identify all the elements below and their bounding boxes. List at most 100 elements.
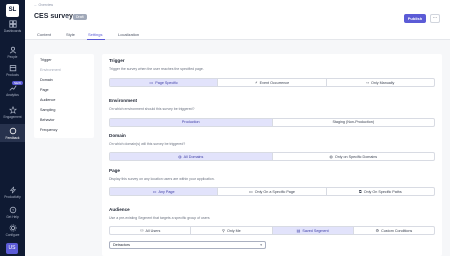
trigger-option-only-manually[interactable]: ‹› Only Manually: [327, 79, 434, 86]
audience-description: Use a pre-existing Segment that targets …: [109, 216, 210, 220]
gear-icon: [9, 224, 16, 232]
globe-icon: ◍: [178, 154, 182, 159]
tab-localization[interactable]: Localization: [118, 32, 139, 37]
section-nav-trigger[interactable]: Trigger: [40, 58, 52, 62]
star-icon: [8, 106, 17, 114]
bolt-icon: [9, 186, 16, 194]
sidebar-item-label: People: [7, 55, 18, 59]
sidebar-item-get-help[interactable]: ? Get Help: [0, 206, 25, 219]
tab-style[interactable]: Style: [66, 32, 75, 37]
tab-settings[interactable]: Settings: [88, 32, 102, 37]
chart-icon: [9, 85, 17, 91]
sidebar-item-label: Get Help: [6, 215, 19, 219]
section-nav-page[interactable]: Page: [40, 88, 49, 92]
option-label: Custom Conditions: [381, 229, 413, 233]
audience-option-saved-segment[interactable]: ▤ Saved Segment: [272, 227, 354, 234]
segment-select[interactable]: Detractors ▾: [109, 241, 266, 249]
environment-options: Production Staging (Non-Production): [109, 118, 435, 127]
sidebar-item-productivity[interactable]: Productivity: [0, 186, 25, 199]
option-label: Saved Segment: [302, 229, 329, 233]
user-icon: ⚲: [222, 228, 225, 233]
section-nav-environment[interactable]: Environment: [40, 68, 61, 72]
option-label: All Domains: [183, 155, 204, 159]
svg-text:?: ?: [11, 207, 14, 212]
paths-icon: ⧉: [358, 189, 362, 194]
settings-section-nav: Trigger Environment Domain Page Audience…: [34, 54, 94, 138]
people-icon: [9, 46, 16, 54]
back-link[interactable]: ← Overview: [34, 3, 53, 7]
audience-option-only-me[interactable]: ⚲ Only Me: [191, 227, 273, 234]
page-option-specific-paths[interactable]: ⧉ Only On Specific Paths: [327, 188, 434, 195]
option-label: All Users: [145, 229, 161, 233]
option-label: Any Page: [158, 190, 175, 194]
section-nav-domain[interactable]: Domain: [40, 78, 53, 82]
domain-option-all[interactable]: ◍ All Domains: [110, 153, 273, 160]
audience-options: ⚇ All Users ⚲ Only Me ▤ Saved Segment ⚙ Cust…: [109, 226, 435, 235]
segment-select-value: Detractors: [113, 243, 131, 247]
sidebar-item-label: Feedback: [5, 136, 20, 140]
option-label: Staging (Non-Production): [332, 120, 375, 124]
page-options: ▭ Any Page ▭ Only On a Specific Page ⧉ Only…: [109, 187, 435, 196]
domain-heading: Domain: [109, 133, 126, 138]
status-badge: Draft: [73, 14, 87, 20]
people-icon: ⚇: [139, 228, 144, 233]
trigger-option-event-occurrence[interactable]: ⚡ Event Occurrence: [218, 79, 327, 86]
sidebar-item-products[interactable]: Products: [0, 64, 25, 77]
globe-icon: ◍: [329, 154, 333, 159]
sidebar-item-feedback[interactable]: Feedback: [0, 124, 25, 142]
help-icon: ?: [9, 206, 16, 214]
audience-option-all-users[interactable]: ⚇ All Users: [110, 227, 192, 234]
sidebar-item-label: Dashboards: [3, 29, 22, 33]
domain-options: ◍ All Domains ◍ Only on Specific Domains: [109, 152, 435, 161]
sidebar-item-dashboards[interactable]: Dashboards: [0, 20, 25, 33]
option-label: Only On Specific Paths: [363, 190, 402, 194]
option-label: Page Specific: [155, 81, 178, 85]
section-nav-behavior[interactable]: Behavior: [40, 118, 55, 122]
new-badge: NEW: [12, 81, 23, 85]
chat-icon: [9, 127, 16, 135]
trigger-description: Trigger the survey when the user reaches…: [109, 67, 204, 71]
option-label: Only on Specific Domains: [334, 155, 378, 159]
trigger-option-page-specific[interactable]: ▭ Page Specific: [110, 79, 219, 86]
box-icon: [9, 65, 16, 72]
audience-option-custom-conditions[interactable]: ⚙ Custom Conditions: [354, 227, 434, 234]
more-options-button[interactable]: ···: [430, 14, 440, 23]
page-heading: Page: [109, 168, 120, 173]
environment-option-staging[interactable]: Staging (Non-Production): [273, 119, 435, 126]
page-description: Display this survey on any location user…: [109, 177, 215, 181]
active-tab-indicator: [87, 39, 105, 40]
browser-icon: ▭: [152, 189, 157, 194]
app-logo[interactable]: SL: [6, 4, 19, 17]
section-nav-frequency[interactable]: Frequency: [40, 128, 57, 132]
option-label: Only On a Specific Page: [254, 190, 295, 194]
publish-button[interactable]: Publish: [404, 14, 426, 23]
audience-heading: Audience: [109, 207, 130, 212]
domain-description: On which domain(s) will this survey be t…: [109, 142, 186, 146]
domain-option-specific[interactable]: ◍ Only on Specific Domains: [273, 153, 435, 160]
sidebar-item-label: Analytics: [6, 93, 19, 97]
option-label: Only Manually: [370, 81, 395, 85]
section-nav-audience[interactable]: Audience: [40, 98, 55, 102]
sidebar-item-analytics[interactable]: NEW Analytics: [0, 81, 25, 97]
sidebar-item-configure[interactable]: Configure: [0, 224, 25, 237]
user-avatar[interactable]: US: [6, 243, 18, 254]
code-icon: ‹›: [366, 80, 369, 85]
bolt-icon: ⚡: [254, 80, 258, 85]
edit-title-icon[interactable]: ✎: [65, 15, 69, 21]
page-option-any[interactable]: ▭ Any Page: [110, 188, 219, 195]
grid-icon: [8, 20, 17, 28]
section-nav-sampling[interactable]: Sampling: [40, 108, 55, 112]
option-label: Production: [181, 120, 200, 124]
sidebar-item-people[interactable]: People: [0, 46, 25, 59]
environment-option-production[interactable]: Production: [110, 119, 273, 126]
page-header: ← Overview CES survey ✎ Draft Publish ··…: [25, 0, 450, 40]
settings-panel: Trigger Trigger the survey when the user…: [102, 54, 442, 256]
environment-heading: Environment: [109, 98, 138, 103]
filter-icon: ⚙: [375, 228, 380, 233]
tab-content[interactable]: Content: [37, 32, 51, 37]
chevron-down-icon: ▾: [260, 243, 262, 247]
sidebar-item-engagement[interactable]: Engagement: [0, 106, 25, 119]
page-option-specific-page[interactable]: ▭ Only On a Specific Page: [218, 188, 327, 195]
segment-icon: ▤: [296, 228, 301, 233]
sidebar-item-label: Productivity: [4, 195, 21, 199]
